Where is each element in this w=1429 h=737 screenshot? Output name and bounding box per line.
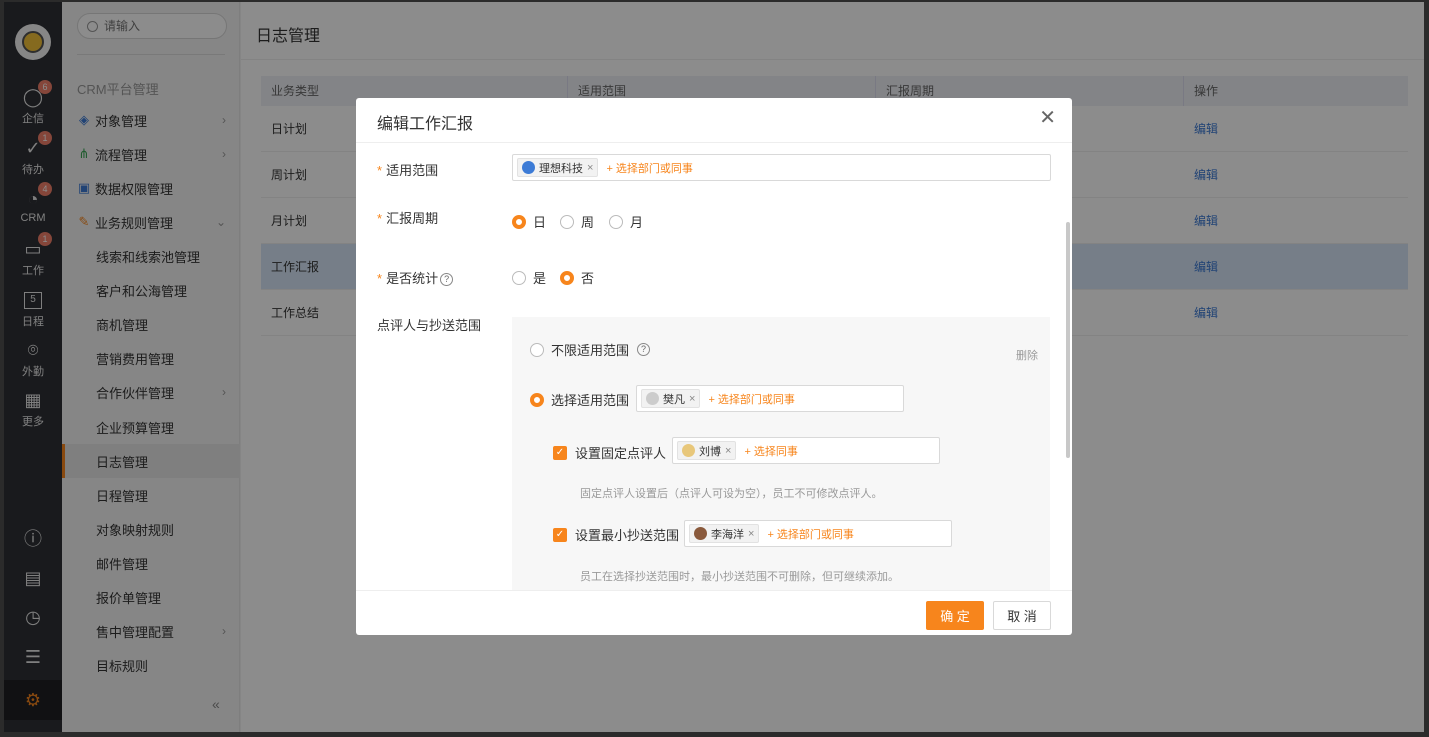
tag-text: 刘博 <box>699 445 721 458</box>
radio-dot <box>609 214 623 229</box>
add-scope-link[interactable]: + 选择部门或同事 <box>606 160 692 176</box>
radio-dot <box>530 342 544 357</box>
min-cc-selector[interactable]: 李海洋 × + 选择部门或同事 <box>684 520 952 547</box>
required-mark: * <box>377 271 383 286</box>
period-label: * 汇报周期 <box>377 208 438 227</box>
add-scope-link[interactable]: + 选择部门或同事 <box>708 391 794 407</box>
label-text: 是否统计 <box>386 271 439 286</box>
radio-dot <box>530 392 544 407</box>
fixed-reviewer-hint: 固定点评人设置后（点评人可设为空），员工不可修改点评人。 <box>580 488 883 500</box>
radio-dot <box>560 270 574 285</box>
min-cc-hint: 员工在选择抄送范围时，最小抄送范围不可删除，但可继续添加。 <box>580 571 899 583</box>
dialog-footer: 确 定 取 消 <box>356 590 1072 635</box>
add-cc-link[interactable]: + 选择部门或同事 <box>767 526 853 542</box>
help-icon[interactable]: ? <box>440 273 454 287</box>
reviewer-panel: 不限适用范围? 删除 选择适用范围 樊凡 × + 选择部门或同事 ✓ 设置固定点评人… <box>512 317 1050 590</box>
cancel-button[interactable]: 取 消 <box>993 601 1051 630</box>
app-window: ◯ 6 企信 ✓ 1 待办 ◔ 4 CRM ▭ 1 工作 5 日程 ⌾ 外勤 ▦ 更多 … <box>4 2 1424 732</box>
radio-dot <box>512 270 526 285</box>
add-reviewer-link[interactable]: + 选择同事 <box>744 443 797 459</box>
cc-tag: 李海洋 × <box>689 524 760 543</box>
statistics-label: * 是否统计? <box>377 268 454 287</box>
scope-tag: 樊凡 × <box>641 389 701 408</box>
period-week-radio[interactable]: 周 <box>560 212 594 231</box>
radio-dot <box>560 214 574 229</box>
avatar <box>682 444 695 457</box>
scope-label: * 适用范围 <box>377 160 438 179</box>
label-text: 汇报周期 <box>386 211 439 226</box>
dialog-body: * 适用范围 理想科技 × + 选择部门或同事 * 汇报周期 日 周 月 * 是否统计?… <box>356 144 1072 590</box>
delete-link[interactable]: 删除 <box>1016 347 1038 363</box>
required-mark: * <box>377 211 383 226</box>
radio-label: 是 <box>533 271 547 286</box>
tag-text: 李海洋 <box>711 528 744 541</box>
avatar <box>694 527 707 540</box>
fixed-reviewer-checkbox[interactable]: ✓ 设置固定点评人 <box>553 443 666 462</box>
period-day-radio[interactable]: 日 <box>512 212 546 231</box>
checkbox-label: 设置固定点评人 <box>575 446 667 461</box>
required-mark: * <box>377 163 383 178</box>
dialog-header: 编辑工作汇报 ✕ <box>356 98 1072 143</box>
radio-label: 月 <box>630 215 644 230</box>
choose-scope-radio[interactable]: 选择适用范围 <box>530 390 629 409</box>
remove-tag-icon[interactable]: × <box>587 162 593 174</box>
scope-tag: 理想科技 × <box>517 158 599 177</box>
radio-label: 日 <box>533 215 547 230</box>
confirm-button[interactable]: 确 定 <box>926 601 984 630</box>
unlimited-scope-radio[interactable]: 不限适用范围? <box>530 340 651 359</box>
remove-tag-icon[interactable]: × <box>748 528 754 540</box>
choose-scope-selector[interactable]: 樊凡 × + 选择部门或同事 <box>636 385 904 412</box>
stat-yes-radio[interactable]: 是 <box>512 268 546 287</box>
radio-label: 周 <box>581 215 595 230</box>
radio-label: 不限适用范围 <box>551 343 630 358</box>
reviewer-label: 点评人与抄送范围 <box>377 318 482 333</box>
org-icon <box>522 161 535 174</box>
scrollbar[interactable] <box>1066 222 1070 458</box>
reviewer-tag: 刘博 × <box>677 441 737 460</box>
remove-tag-icon[interactable]: × <box>725 445 731 457</box>
radio-label: 否 <box>581 271 595 286</box>
dialog-title: 编辑工作汇报 <box>377 116 474 133</box>
radio-dot <box>512 214 526 229</box>
close-icon[interactable]: ✕ <box>1039 108 1056 128</box>
radio-label: 选择适用范围 <box>551 393 630 408</box>
period-month-radio[interactable]: 月 <box>609 212 643 231</box>
checkbox-checked: ✓ <box>553 527 567 542</box>
scope-selector[interactable]: 理想科技 × + 选择部门或同事 <box>512 154 1051 181</box>
stat-no-radio[interactable]: 否 <box>560 268 594 287</box>
edit-report-dialog: 编辑工作汇报 ✕ * 适用范围 理想科技 × + 选择部门或同事 * 汇报周期 日 周… <box>356 98 1072 635</box>
fixed-reviewer-selector[interactable]: 刘博 × + 选择同事 <box>672 437 940 464</box>
checkbox-label: 设置最小抄送范围 <box>575 528 680 543</box>
label-text: 适用范围 <box>386 163 439 178</box>
remove-tag-icon[interactable]: × <box>689 393 695 405</box>
tag-text: 樊凡 <box>663 393 685 406</box>
min-cc-checkbox[interactable]: ✓ 设置最小抄送范围 <box>553 525 679 544</box>
checkbox-checked: ✓ <box>553 445 567 460</box>
avatar <box>646 392 659 405</box>
help-icon[interactable]: ? <box>637 343 651 356</box>
tag-text: 理想科技 <box>539 162 583 175</box>
